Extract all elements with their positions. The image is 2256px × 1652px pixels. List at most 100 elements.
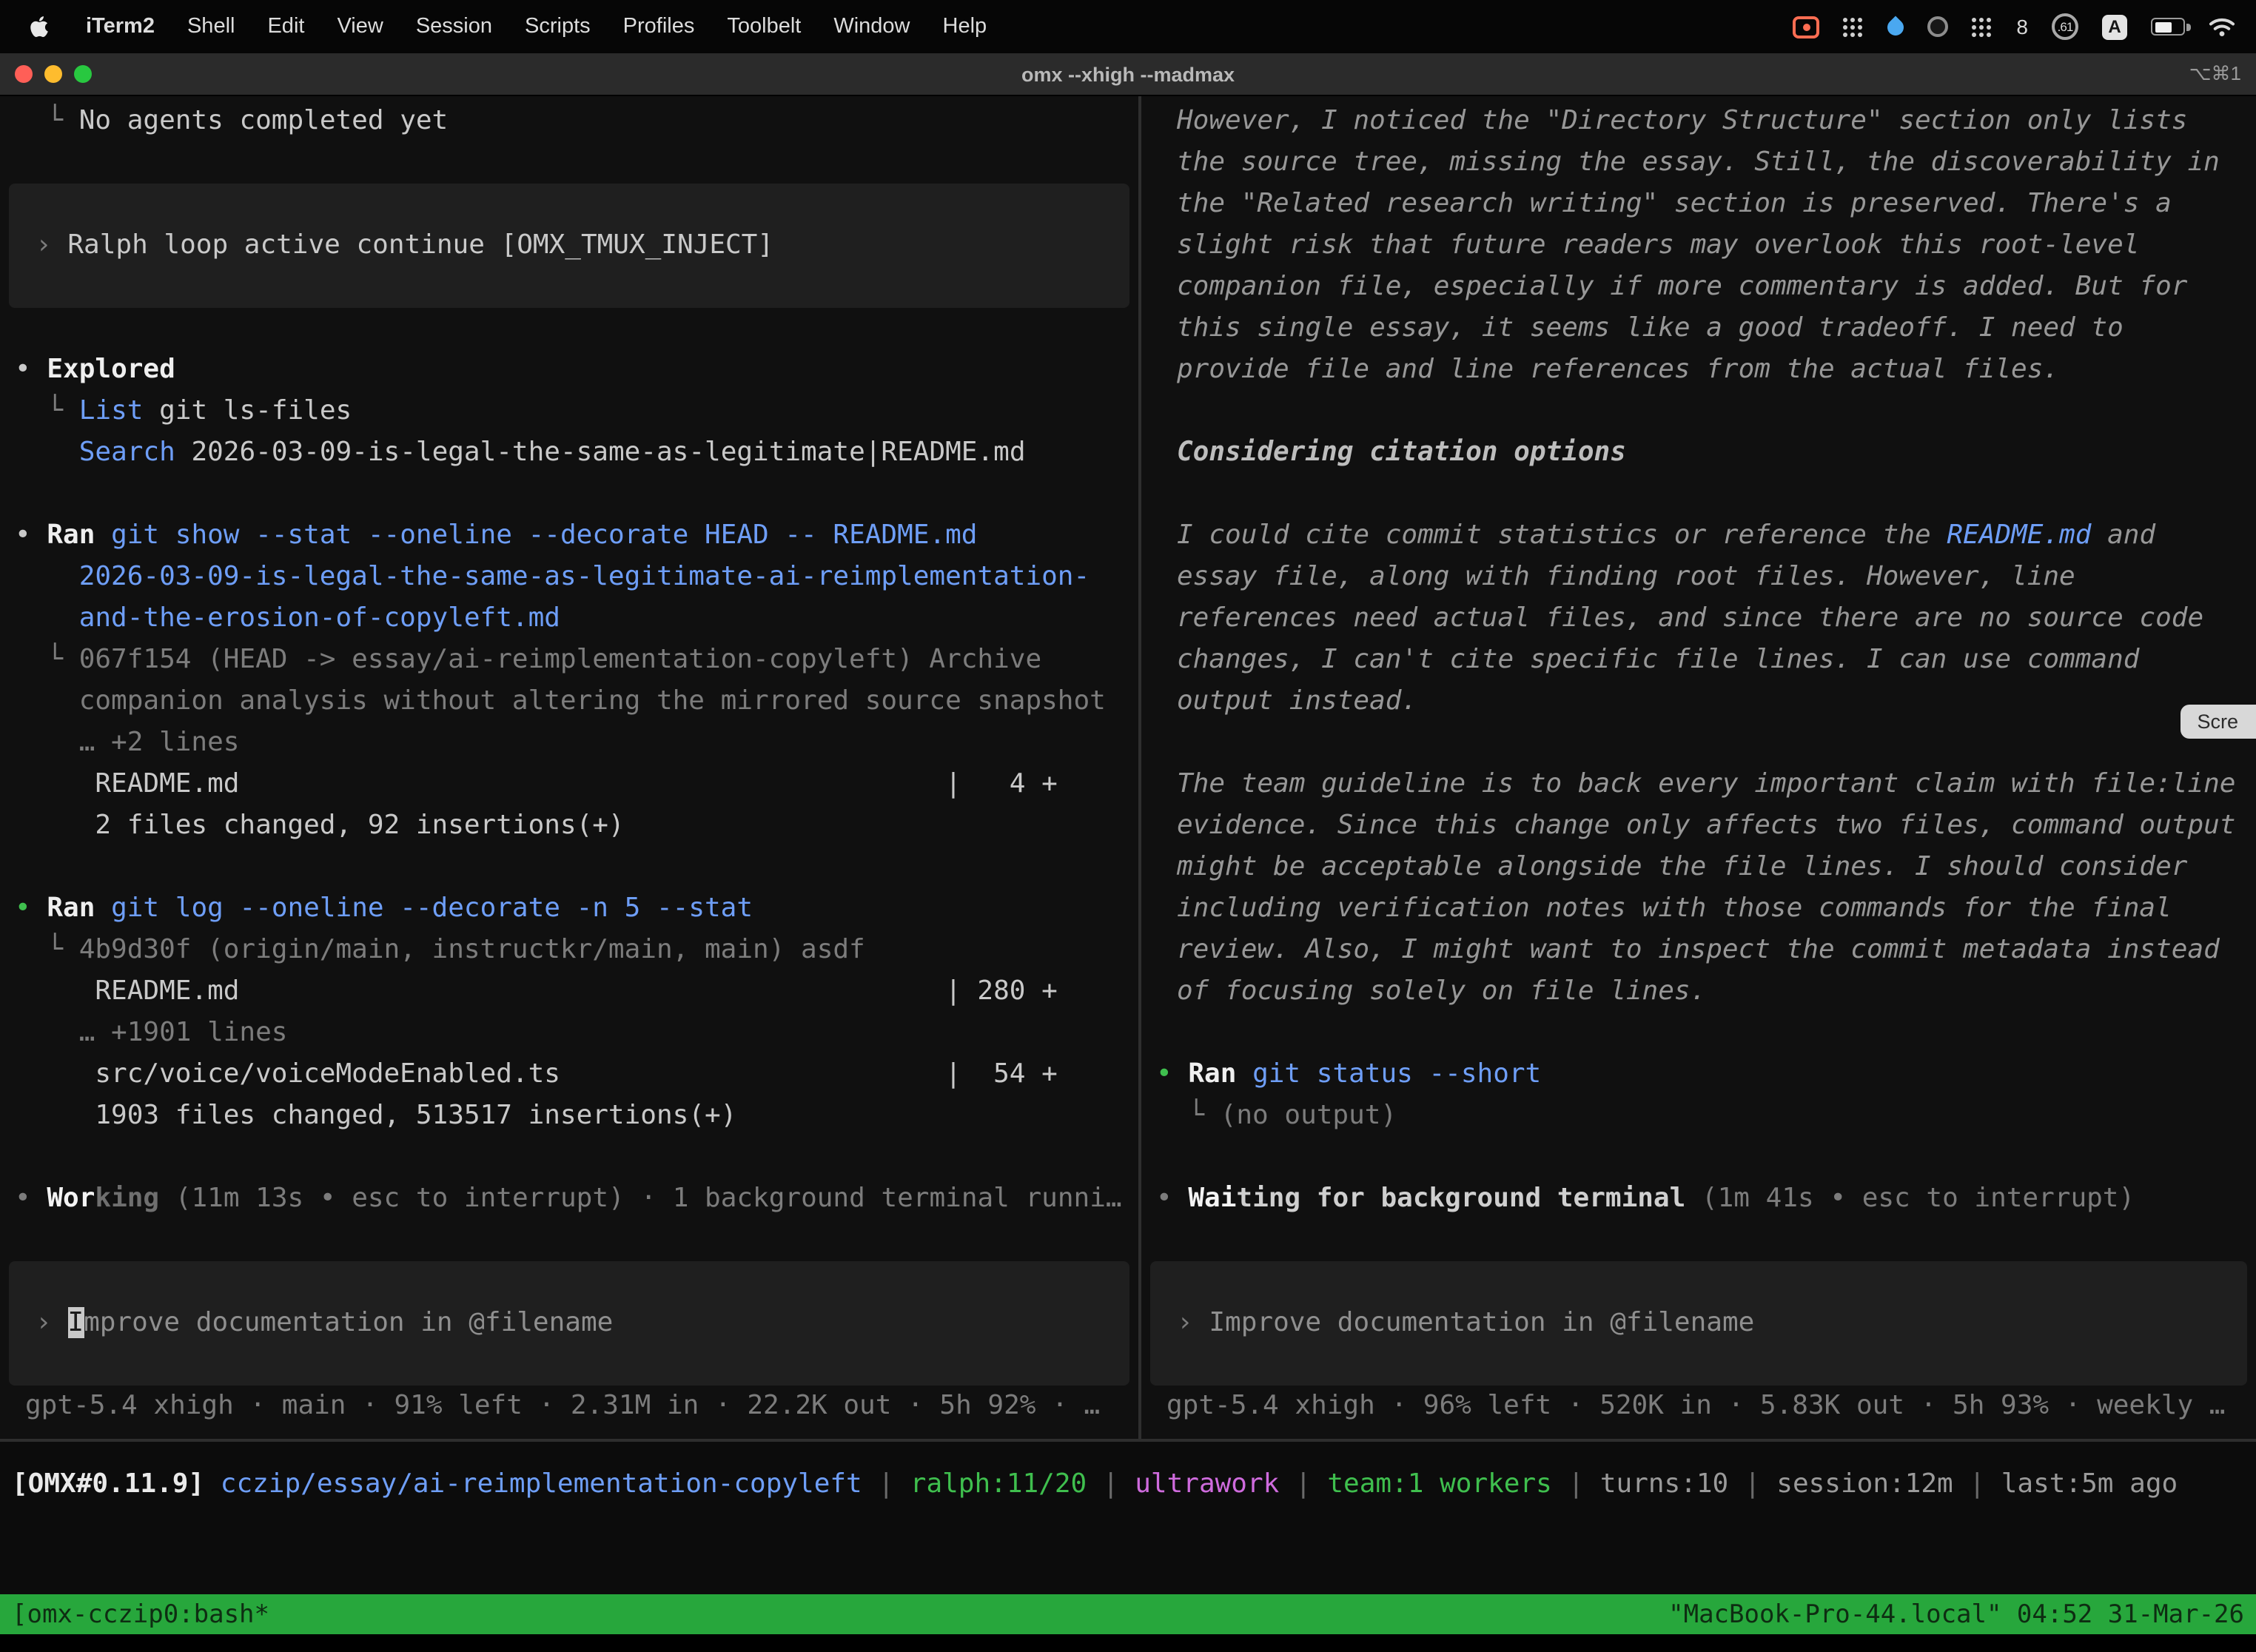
terminal-line: • Ran git status --short — [1141, 1054, 2256, 1095]
terminal-line: └ List git ls-files — [0, 391, 1138, 432]
menu-item-toolbelt[interactable]: Toolbelt — [711, 15, 817, 38]
menu-bar-status-icons: 8 .61 A — [1793, 12, 2235, 41]
menu-item-scripts[interactable]: Scripts — [508, 15, 607, 38]
terminal-line: I could cite commit statistics or refere… — [1141, 515, 2256, 557]
menu-item-help[interactable]: Help — [927, 15, 1004, 38]
terminal-line: … +2 lines — [0, 722, 1138, 764]
battery-icon[interactable] — [2151, 18, 2185, 36]
ralph-loop-banner: › Ralph loop active continue [OMX_TMUX_I… — [9, 184, 1129, 308]
terminal-line: └ (no output) — [1141, 1095, 2256, 1137]
apple-icon — [30, 15, 49, 38]
terminal-line: However, I noticed the "Directory Struct… — [1141, 101, 2256, 142]
terminal-blank-line — [1141, 722, 2256, 764]
menu-item-iterm2[interactable]: iTerm2 — [70, 15, 171, 38]
menu-item-view[interactable]: View — [320, 15, 399, 38]
terminal-line: • Explored — [0, 349, 1138, 391]
terminal-blank-line — [1141, 474, 2256, 515]
terminal-blank-line — [1141, 1220, 2256, 1261]
terminal-line: › Ralph loop active continue [OMX_TMUX_I… — [9, 225, 1129, 266]
terminal-line: review. Also, I might want to inspect th… — [1141, 930, 2256, 971]
macos-screen: iTerm2ShellEditViewSessionScriptsProfile… — [0, 0, 2256, 1652]
input-source-icon[interactable]: A — [2102, 14, 2127, 39]
gauge-icon[interactable]: .61 — [2052, 13, 2078, 40]
menu-item-profiles[interactable]: Profiles — [607, 15, 711, 38]
terminal-line: • Ran git log --oneline --decorate -n 5 … — [0, 888, 1138, 930]
terminal-line: essay file, along with finding root file… — [1141, 557, 2256, 598]
apple-menu[interactable] — [21, 15, 58, 38]
terminal-line: 1903 files changed, 513517 insertions(+) — [0, 1095, 1138, 1137]
terminal-line: • Working (11m 13s • esc to interrupt) ·… — [0, 1178, 1138, 1220]
composer-input[interactable]: › Improve documentation in @filename — [9, 1261, 1129, 1386]
app-grid-icon[interactable] — [1972, 12, 1993, 41]
terminal-line: provide file and line references from th… — [1141, 349, 2256, 391]
terminal-line: slight risk that future readers may over… — [1141, 225, 2256, 266]
terminal-blank-line — [0, 847, 1138, 888]
composer-input[interactable]: › Improve documentation in @filename — [1150, 1261, 2247, 1386]
terminal-line: companion analysis without altering the … — [0, 681, 1138, 722]
terminal-line: … +1901 lines — [0, 1013, 1138, 1054]
terminal-line: of focusing solely on file lines. — [1141, 971, 2256, 1013]
terminal-blank-line — [0, 474, 1138, 515]
terminal-line: 2 files changed, 92 insertions(+) — [0, 805, 1138, 847]
disc-icon[interactable] — [1927, 12, 1948, 41]
grid-icon[interactable] — [1843, 12, 1864, 41]
tmux-status-bar: [omx-cczip0:bash* "MacBook-Pro-44.local"… — [0, 1594, 2256, 1634]
terminal-blank-line — [0, 1220, 1138, 1261]
terminal-line: └ 4b9d30f (origin/main, instructkr/main,… — [0, 930, 1138, 971]
terminal-line: README.md | 280 + — [0, 971, 1138, 1013]
terminal-line: references need actual files, and since … — [1141, 598, 2256, 639]
zoom-button[interactable] — [74, 65, 92, 83]
terminal-line: the source tree, missing the essay. Stil… — [1141, 142, 2256, 184]
terminal-line: • Ran git show --stat --oneline --decora… — [0, 515, 1138, 557]
menu-items: iTerm2ShellEditViewSessionScriptsProfile… — [70, 15, 1003, 38]
menu-bar-left: iTerm2ShellEditViewSessionScriptsProfile… — [21, 15, 1003, 38]
terminal-line: Search 2026-03-09-is-legal-the-same-as-l… — [0, 432, 1138, 474]
keystroke-icon[interactable]: 8 — [2016, 12, 2028, 41]
terminal-line: › Improve documentation in @filename — [9, 1303, 1129, 1344]
terminal-line: changes, I can't cite specific file line… — [1141, 639, 2256, 681]
screen-bottom-edge — [0, 1634, 2256, 1652]
window-title-bar: omx --xhigh --madmax ⌥⌘1 — [0, 53, 2256, 96]
clipped-tooltip[interactable]: Scre — [2181, 705, 2256, 739]
menu-item-window[interactable]: Window — [817, 15, 926, 38]
wifi-icon[interactable] — [2209, 12, 2235, 41]
minimize-button[interactable] — [44, 65, 62, 83]
menu-item-edit[interactable]: Edit — [251, 15, 320, 38]
tmux-session-label: [omx-cczip0:bash* — [12, 1599, 269, 1629]
window-title: omx --xhigh --madmax — [0, 63, 2256, 85]
window-shortcut-badge: ⌥⌘1 — [2189, 62, 2256, 86]
terminal-line: Considering citation options — [1141, 432, 2256, 474]
tmux-host-clock: "MacBook-Pro-44.local" 04:52 31-Mar-26 — [1668, 1599, 2244, 1629]
terminal-blank-line — [0, 308, 1138, 349]
terminal-line: The team guideline is to back every impo… — [1141, 764, 2256, 805]
menu-item-shell[interactable]: Shell — [171, 15, 252, 38]
droplet-icon[interactable] — [1887, 12, 1904, 41]
screen-recording-indicator-icon[interactable] — [1793, 16, 1819, 38]
terminal-line: gpt-5.4 xhigh · 96% left · 520K in · 5.8… — [1141, 1386, 2256, 1427]
terminal-line: output instead. — [1141, 681, 2256, 722]
terminal-line: the "Related research writing" section i… — [1141, 184, 2256, 225]
terminal-line: this single essay, it seems like a good … — [1141, 308, 2256, 349]
menu-bar: iTerm2ShellEditViewSessionScriptsProfile… — [0, 0, 2256, 53]
terminal-split-panes: └ No agents completed yet› Ralph loop ac… — [0, 96, 2256, 1439]
terminal-blank-line — [1141, 1013, 2256, 1054]
terminal-line: including verification notes with those … — [1141, 888, 2256, 930]
bottom-gap — [0, 1525, 2256, 1594]
terminal-pane-right[interactable]: However, I noticed the "Directory Struct… — [1141, 96, 2256, 1439]
terminal-blank-line — [0, 142, 1138, 184]
terminal-line: src/voice/voiceModeEnabled.ts | 54 + — [0, 1054, 1138, 1095]
terminal-line: › Improve documentation in @filename — [1150, 1303, 2247, 1344]
terminal-line: companion file, especially if more comme… — [1141, 266, 2256, 308]
terminal-blank-line — [0, 1137, 1138, 1178]
terminal-line: • Waiting for background terminal (1m 41… — [1141, 1178, 2256, 1220]
menu-item-session[interactable]: Session — [400, 15, 508, 38]
close-button[interactable] — [15, 65, 33, 83]
terminal-line: README.md | 4 + — [0, 764, 1138, 805]
traffic-lights — [0, 65, 92, 83]
omx-status-line: [OMX#0.11.9] cczip/essay/ai-reimplementa… — [0, 1442, 2256, 1525]
text-cursor: I — [67, 1307, 84, 1338]
terminal-line: and-the-erosion-of-copyleft.md — [0, 598, 1138, 639]
terminal-line: gpt-5.4 xhigh · main · 91% left · 2.31M … — [0, 1386, 1138, 1427]
terminal-pane-left[interactable]: └ No agents completed yet› Ralph loop ac… — [0, 96, 1138, 1439]
terminal-line: 2026-03-09-is-legal-the-same-as-legitima… — [0, 557, 1138, 598]
